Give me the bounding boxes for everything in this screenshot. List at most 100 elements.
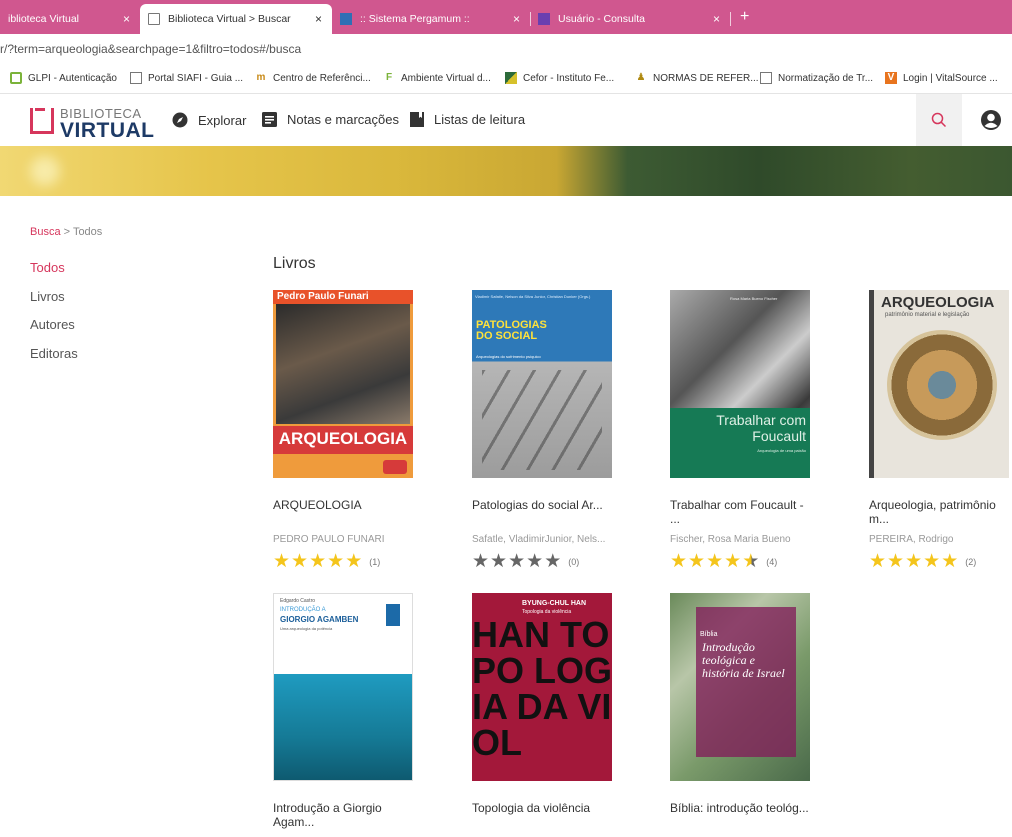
bookmark-normatizacao[interactable]: Normatização de Tr... [760, 72, 873, 84]
cover-title: Trabalhar com Foucault [716, 412, 806, 444]
vitalsource-icon: V [885, 72, 897, 84]
bookmark-normas[interactable]: ♟ NORMAS DE REFER... [635, 72, 759, 84]
star-icon: ★ [526, 551, 544, 572]
tab-separator [730, 12, 731, 26]
header-banner-image [0, 146, 1012, 196]
tab-label: :: Sistema Pergamum :: [360, 13, 470, 25]
cover-photo [482, 370, 602, 470]
new-tab-icon[interactable]: + [740, 8, 749, 26]
book-cover[interactable]: Edgardo Castro INTRODUÇÃO A GIORGIO AGAM… [273, 593, 413, 781]
cover-subtitle: Uma arqueologia da potência [280, 626, 333, 631]
rating-count: (2) [965, 557, 977, 567]
close-tab-icon[interactable]: × [315, 12, 322, 26]
nav-listas[interactable]: Listas de leitura [410, 112, 525, 127]
cover-square [386, 604, 400, 626]
book-author: PEDRO PAULO FUNARI [273, 534, 385, 545]
cover-panel [696, 607, 796, 757]
filter-editoras[interactable]: Editoras [30, 346, 78, 361]
book-title[interactable]: Trabalhar com Foucault - ... [670, 498, 815, 526]
book-title[interactable]: ARQUEOLOGIA [273, 498, 418, 512]
book-author: Safatle, VladimirJunior, Nels... [472, 534, 606, 545]
star-icon: ★ [490, 551, 508, 572]
cover-pretitle: INTRODUÇÃO A [280, 607, 326, 613]
book-cover[interactable]: ARQUEOLOGIA patrimônio material e legisl… [869, 290, 1009, 478]
cover-author: BYUNG-CHUL HAN [522, 600, 587, 607]
bookmark-cefor[interactable]: Cefor - Instituto Fe... [505, 72, 614, 84]
star-icon: ★ [670, 551, 688, 572]
book-cover[interactable]: BYUNG-CHUL HAN Topologia da violência HA… [472, 593, 612, 781]
browser-tab-3[interactable]: :: Sistema Pergamum :: × [332, 4, 530, 34]
book-cover[interactable]: Pedro Paulo Funari ARQUEOLOGIA [273, 290, 413, 478]
star-rating: ★ ★ ★ ★ ★ (0) [472, 552, 579, 572]
bookmark-label: Centro de Referênci... [273, 72, 371, 84]
book-title[interactable]: Topologia da violência [472, 801, 617, 815]
browser-tab-1[interactable]: iblioteca Virtual × [0, 4, 140, 34]
page-icon [760, 72, 772, 84]
book-title[interactable]: Bíblia: introdução teológ... [670, 801, 815, 815]
star-rating: ★ ★ ★ ★ ★ (4) [670, 552, 777, 572]
browser-tab-4[interactable]: Usuário - Consulta × [530, 4, 730, 34]
filter-livros[interactable]: Livros [30, 289, 65, 304]
url-text[interactable]: r/?term=arqueologia&searchpage=1&filtro=… [0, 42, 301, 56]
star-icon: ★ [273, 551, 291, 572]
user-account-button[interactable] [970, 94, 1012, 146]
cover-title: ARQUEOLOGIA [278, 429, 408, 448]
bookmark-vitalsource[interactable]: V Login | VitalSource ... [885, 72, 998, 84]
cover-author: Pedro Paulo Funari [277, 291, 369, 302]
star-icon: ★ [688, 551, 706, 572]
star-rating: ★ ★ ★ ★ ★ (2) [869, 552, 976, 572]
book-title[interactable]: Arqueologia, patrimônio m... [869, 498, 1012, 526]
user-consult-icon [538, 13, 550, 25]
bookmark-label: Login | VitalSource ... [903, 72, 998, 84]
notes-icon [262, 112, 277, 127]
star-icon: ★ [941, 551, 959, 572]
bookmark-label: GLPI - Autenticação [28, 72, 117, 84]
bookmark-label: Portal SIAFI - Guia ... [148, 72, 244, 84]
biblioteca-virtual-logo[interactable]: BIBLIOTECA VIRTUAL [30, 102, 154, 142]
nav-label: Explorar [198, 112, 247, 128]
bookmark-ambiente[interactable]: F Ambiente Virtual d... [383, 72, 491, 84]
filter-todos[interactable]: Todos [30, 260, 65, 275]
tab-label: Biblioteca Virtual > Buscar [168, 13, 291, 25]
bookmark-icon [410, 112, 424, 127]
book-title[interactable]: Introdução a Giorgio Agam... [273, 801, 418, 829]
book-title[interactable]: Patologias do social Ar... [472, 498, 617, 512]
user-circle-icon [981, 110, 1001, 130]
star-icon: ★ [291, 551, 309, 572]
breadcrumb-current: Todos [72, 226, 103, 238]
browser-tab-2[interactable]: Biblioteca Virtual > Buscar × [140, 4, 332, 34]
book-author: Fischer, Rosa Maria Bueno [670, 534, 791, 545]
book-cover[interactable]: Rosa Maria Bueno Fischer Trabalhar com F… [670, 290, 810, 478]
pergamum-icon [340, 13, 352, 25]
book-author: PEREIRA, Rodrigo [869, 534, 954, 545]
star-icon: ★ [472, 551, 490, 572]
book-cover[interactable]: Vladimir Safatle, Nelson da Silva Junior… [472, 290, 612, 478]
bookmark-label: Normatização de Tr... [778, 72, 874, 84]
address-bar[interactable]: r/?term=arqueologia&searchpage=1&filtro=… [0, 34, 1012, 64]
site-header: BIBLIOTECA VIRTUAL Explorar Notas e marc… [0, 94, 1012, 146]
close-tab-icon[interactable]: × [123, 12, 130, 26]
filter-autores[interactable]: Autores [30, 317, 75, 332]
nav-explorar[interactable]: Explorar [172, 112, 246, 128]
tab-label: Usuário - Consulta [558, 13, 645, 25]
cover-pretitle: Bíblia [700, 631, 718, 638]
book-logo-icon [30, 108, 54, 134]
rating-count: (1) [369, 557, 381, 567]
bookmark-glpi[interactable]: GLPI - Autenticação [10, 72, 117, 84]
moodle-icon: F [385, 72, 393, 83]
close-tab-icon[interactable]: × [513, 12, 520, 26]
close-tab-icon[interactable]: × [713, 12, 720, 26]
bookmark-centro[interactable]: m Centro de Referênci... [255, 72, 371, 84]
cover-spine [869, 290, 874, 478]
bookmark-siafi[interactable]: Portal SIAFI - Guia ... [130, 72, 243, 84]
book-cover[interactable]: Bíblia Introdução teológica e história d… [670, 593, 810, 781]
breadcrumb-link-busca[interactable]: Busca [30, 226, 61, 238]
star-icon: ★ [905, 551, 923, 572]
nav-notas[interactable]: Notas e marcações [262, 112, 399, 127]
browser-tab-bar: iblioteca Virtual × Biblioteca Virtual >… [0, 0, 1012, 34]
search-button[interactable] [916, 94, 962, 146]
cover-title: GIORGIO AGAMBEN [280, 615, 359, 624]
breadcrumb-separator: > [63, 226, 71, 238]
star-rating: ★ ★ ★ ★ ★ (1) [273, 552, 380, 572]
bookmark-label: Ambiente Virtual d... [401, 72, 491, 84]
